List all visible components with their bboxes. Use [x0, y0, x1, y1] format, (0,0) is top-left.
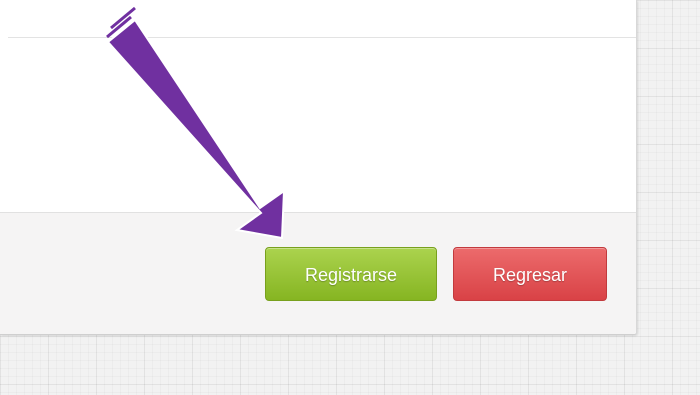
- back-button[interactable]: Regresar: [453, 247, 607, 301]
- register-button[interactable]: Registrarse: [265, 247, 437, 301]
- form-footer: Registrarse Regresar: [0, 212, 636, 334]
- form-body: [0, 38, 636, 212]
- form-panel: Registrarse Regresar: [0, 0, 637, 335]
